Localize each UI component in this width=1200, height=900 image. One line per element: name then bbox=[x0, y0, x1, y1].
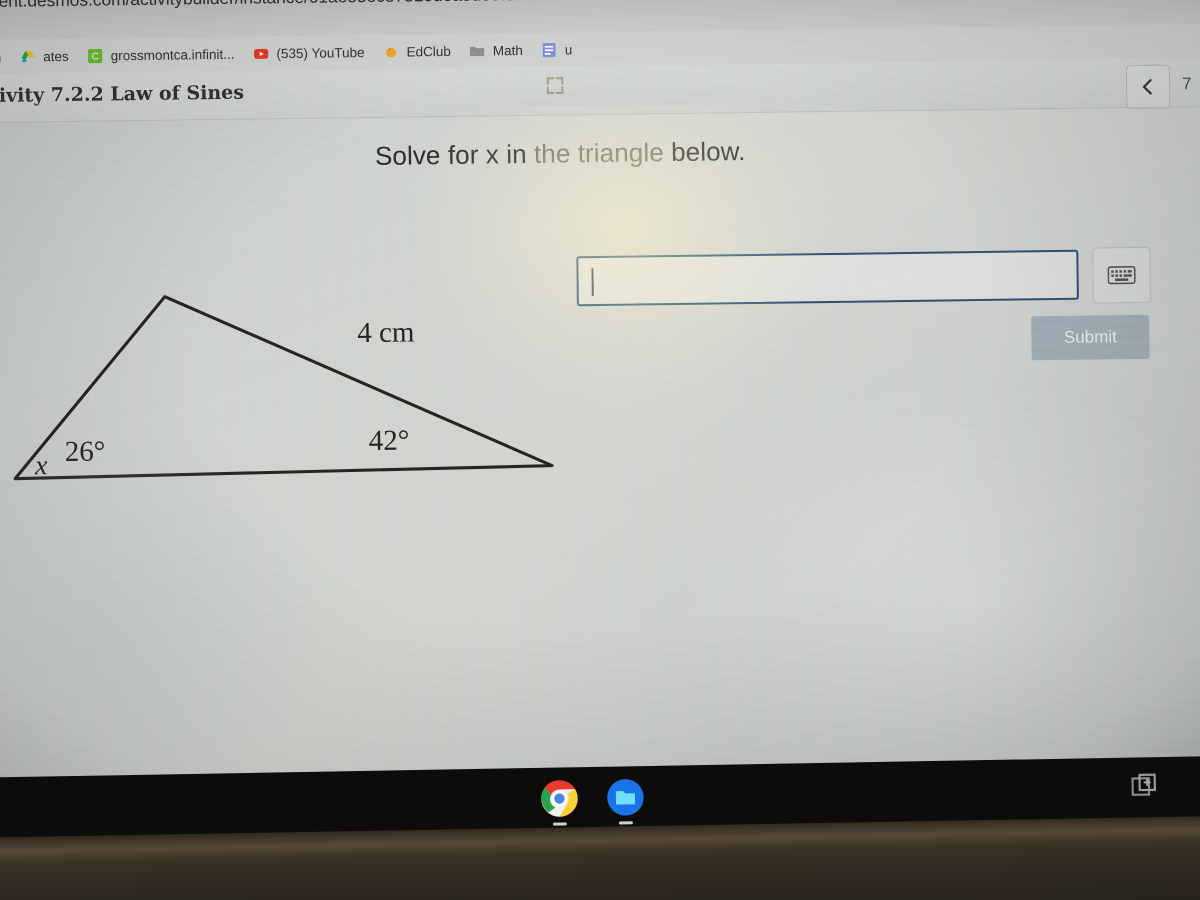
bookmark-item-youtube[interactable]: (535) YouTube bbox=[243, 40, 373, 65]
screen-glare-right bbox=[686, 387, 1200, 795]
google-drive-icon bbox=[21, 50, 35, 62]
url-text[interactable]: dent.desmos.com/activitybuilder/instance… bbox=[0, 0, 988, 12]
shelf-active-indicator bbox=[618, 821, 633, 825]
next-screen-number[interactable]: 7 bbox=[1182, 74, 1192, 94]
chrome-app-icon bbox=[541, 780, 578, 817]
fullscreen-expand-icon[interactable] bbox=[544, 74, 566, 96]
folder-icon bbox=[470, 46, 485, 56]
answer-row bbox=[576, 246, 1151, 312]
bookmark-label: Math bbox=[492, 42, 523, 58]
laptop-photo: dent.desmos.com/activitybuilder/instance… bbox=[0, 0, 1200, 900]
math-answer-input[interactable] bbox=[576, 249, 1079, 307]
question-tail: below. bbox=[663, 136, 746, 168]
submit-button[interactable]: Submit bbox=[1031, 314, 1150, 361]
bookmark-item-grossmontca[interactable]: C grossmontca.infinit... bbox=[78, 42, 244, 67]
math-keyboard-button[interactable] bbox=[1092, 246, 1151, 304]
bookmark-label: in bbox=[0, 49, 1, 64]
shelf-item-files[interactable] bbox=[606, 778, 645, 825]
angle-label-left: 26° bbox=[64, 435, 106, 469]
edclub-icon bbox=[386, 47, 397, 57]
previous-screen-button[interactable] bbox=[1125, 64, 1171, 110]
bookmark-label: EdClub bbox=[406, 43, 451, 60]
screenshot-icon[interactable] bbox=[1130, 771, 1158, 799]
triangle-figure: x 4 cm 26° 42° bbox=[0, 194, 597, 502]
bookmark-label: (535) YouTube bbox=[276, 44, 365, 61]
text-caret bbox=[591, 268, 594, 297]
shelf-active-indicator bbox=[552, 822, 567, 826]
shelf-app-group bbox=[540, 778, 645, 826]
document-list-icon bbox=[542, 42, 556, 57]
question-middle: the triangle bbox=[533, 137, 665, 169]
bookmark-label: u bbox=[564, 41, 573, 57]
bookmark-item-in[interactable]: in bbox=[0, 46, 10, 67]
youtube-icon bbox=[253, 48, 269, 59]
desmos-activity-page: tivity 7.2.2 Law of Sines 7 Solve for x … bbox=[0, 57, 1200, 795]
shelf-item-chrome[interactable] bbox=[540, 779, 579, 826]
bookmark-item-edclub[interactable]: EdClub bbox=[373, 39, 460, 63]
bookmark-label: ates bbox=[43, 48, 69, 64]
side-label-4cm: 4 cm bbox=[357, 316, 415, 350]
chromebook-screen: dent.desmos.com/activitybuilder/instance… bbox=[0, 0, 1200, 795]
question-lead: Solve for x in bbox=[374, 138, 535, 171]
files-app-icon bbox=[607, 779, 644, 816]
bookmark-label: grossmontca.infinit... bbox=[110, 46, 235, 63]
activity-title: tivity 7.2.2 Law of Sines bbox=[0, 81, 245, 107]
question-text: Solve for x in the triangle below. bbox=[375, 136, 746, 172]
side-label-x: x bbox=[34, 450, 48, 482]
keyboard-icon bbox=[1107, 266, 1136, 285]
svg-text:C: C bbox=[92, 51, 99, 62]
chevron-left-icon bbox=[1142, 79, 1152, 95]
angle-label-right: 42° bbox=[368, 424, 410, 458]
canvas-icon: C bbox=[88, 48, 103, 63]
bookmark-item-ates[interactable]: ates bbox=[10, 44, 78, 68]
bookmark-item-u[interactable]: u bbox=[532, 38, 582, 62]
bookmark-item-math-folder[interactable]: Math bbox=[460, 38, 532, 62]
